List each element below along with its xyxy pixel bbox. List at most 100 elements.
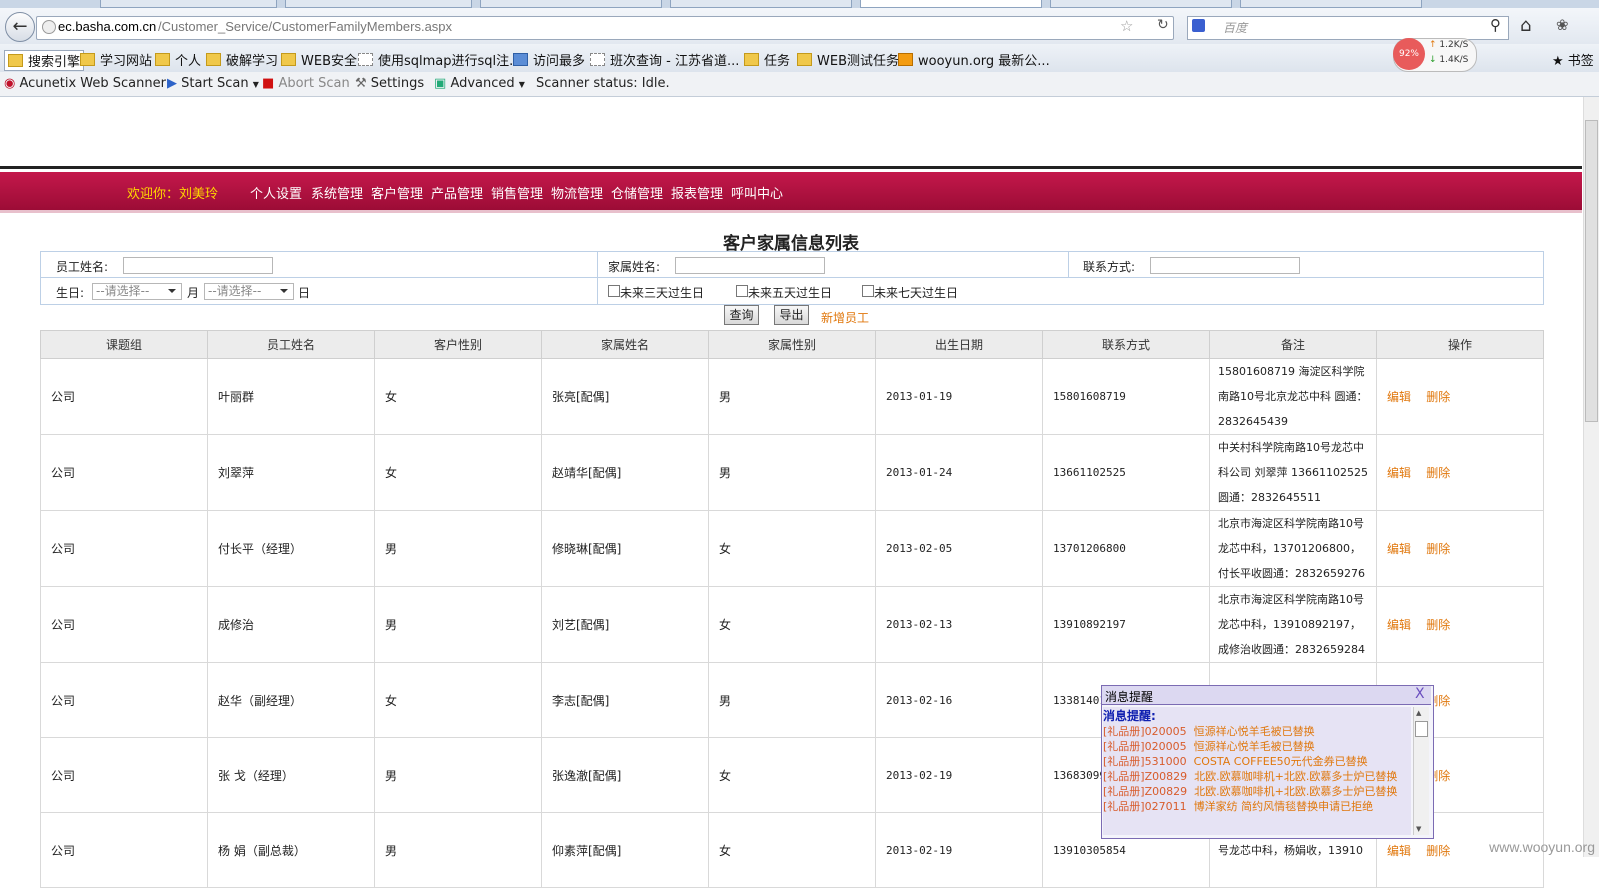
bookmark-link[interactable]: 班次查询 - 江苏省道... <box>590 50 739 69</box>
employee-name-input[interactable] <box>123 257 273 274</box>
table-row: 公司 叶丽群女张亮[配偶] 男 2013-01-19 15801608719 158016… <box>40 358 1544 435</box>
abort-scan-button[interactable]: ■ Abort Scan <box>262 76 350 91</box>
cell-contact: 13701206800 <box>1042 510 1210 587</box>
bookmark-folder[interactable]: 访问最多 <box>513 50 585 69</box>
scroll-up-icon[interactable]: ▲ <box>1416 709 1421 717</box>
menu-warehouse-admin[interactable]: 仓储管理 <box>611 183 663 202</box>
browser-tab[interactable] <box>480 0 662 8</box>
message-item[interactable]: [礼品册]020005 恒源祥心悦羊毛被已替换 <box>1103 739 1411 754</box>
column-header: 课题组 <box>40 330 208 359</box>
delete-link[interactable]: 删除 <box>1426 466 1450 480</box>
delete-link[interactable]: 删除 <box>1426 542 1450 556</box>
memory-usage: 92% <box>1393 38 1425 70</box>
download-rate: 1.4K/S <box>1439 55 1469 65</box>
table-row: 公司 付长平（经理）男修晓琳[配偶] 女 2013-02-05 13701206800 北… <box>40 510 1544 587</box>
message-text: 博洋家纺 简约风情毯替换申请已拒绝 <box>1193 800 1374 813</box>
export-button[interactable]: 导出 <box>774 305 809 325</box>
popup-body: 消息提醒: [礼品册]020005 恒源祥心悦羊毛被已替换 [礼品册]020005… <box>1103 707 1411 835</box>
browser-tab[interactable] <box>670 0 852 8</box>
delete-link[interactable]: 删除 <box>1426 844 1450 858</box>
browser-tab[interactable] <box>1240 0 1422 8</box>
acunetix-icon: ◉ <box>4 76 16 91</box>
message-item[interactable]: [礼品册]Z00829 北欧.欧慕咖啡机+北欧.欧慕多士炉已替换 <box>1103 769 1411 784</box>
query-button[interactable]: 查询 <box>724 305 759 325</box>
bookmark-folder[interactable]: 破解学习 <box>206 50 278 69</box>
menu-call-center[interactable]: 呼叫中心 <box>731 183 783 202</box>
cell-note: 北京市海淀区科学院南路10号龙芯中科，13910892197，成修治收圆通：28… <box>1209 586 1377 663</box>
url-host: ec.basha.com.cn <box>58 19 157 34</box>
day-select[interactable]: --请选择-- <box>204 283 294 300</box>
edit-link[interactable]: 编辑 <box>1387 618 1411 632</box>
table-row: 公司 成修治男刘艺[配偶] 女 2013-02-13 13910892197 北京市海淀区… <box>40 586 1544 663</box>
add-employee-link[interactable]: 新增员工 <box>821 309 869 326</box>
scroll-down-icon[interactable]: ▼ <box>1416 825 1421 833</box>
edit-link[interactable]: 编辑 <box>1387 844 1411 858</box>
cell-birth: 2013-02-19 <box>875 812 1043 888</box>
folder-icon <box>80 53 95 66</box>
cell-fgender: 男 <box>708 434 876 511</box>
browser-tab-active[interactable] <box>860 0 1042 8</box>
extension-icon[interactable]: ❀ <box>1556 16 1569 34</box>
settings-button[interactable]: ⚒ Settings <box>355 76 424 91</box>
delete-link[interactable]: 删除 <box>1426 390 1450 404</box>
menu-customer-admin[interactable]: 客户管理 <box>371 183 423 202</box>
cell-name: 杨 娟（副总裁） <box>207 812 375 888</box>
birthday-7days-checkbox[interactable] <box>862 285 874 297</box>
cell-gender: 男 <box>374 510 542 587</box>
popup-scrollbar[interactable]: ▲ ▼ <box>1413 707 1429 835</box>
close-icon[interactable]: X <box>1415 686 1425 702</box>
start-scan-button[interactable]: ▶ Start Scan ▼ <box>167 76 259 91</box>
home-icon[interactable]: ⌂ <box>1520 15 1531 36</box>
reload-icon[interactable]: ↻ <box>1157 17 1169 33</box>
message-item[interactable]: [礼品册]531000 COSTA COFFEE50元代金券已替换 <box>1103 754 1411 769</box>
edit-link[interactable]: 编辑 <box>1387 390 1411 404</box>
edit-link[interactable]: 编辑 <box>1387 466 1411 480</box>
browser-tab[interactable] <box>1050 0 1232 8</box>
dropdown-icon: ▼ <box>252 80 259 89</box>
bookmarks-menu[interactable]: ★ 书签 <box>1552 50 1594 69</box>
cell-gender: 女 <box>374 434 542 511</box>
message-text: 恒源祥心悦羊毛被已替换 <box>1193 725 1315 738</box>
browser-tab[interactable] <box>100 0 277 8</box>
menu-logistics-admin[interactable]: 物流管理 <box>551 183 603 202</box>
back-button[interactable]: ← <box>5 12 35 42</box>
menu-product-admin[interactable]: 产品管理 <box>431 183 483 202</box>
bookmark-folder[interactable]: WEB测试任务 <box>797 50 899 69</box>
folder-icon <box>744 53 759 66</box>
bookmark-folder[interactable]: WEB安全 <box>281 50 357 69</box>
bookmark-folder[interactable]: 个人 <box>155 50 201 69</box>
edit-link[interactable]: 编辑 <box>1387 542 1411 556</box>
bookmark-rss[interactable]: wooyun.org 最新公... <box>898 50 1050 69</box>
popup-scroll-thumb[interactable] <box>1415 721 1428 737</box>
cell-name: 张 戈（经理） <box>207 737 375 813</box>
message-item[interactable]: [礼品册]027011 博洋家纺 简约风情毯替换申请已拒绝 <box>1103 799 1411 814</box>
browser-tab[interactable] <box>285 0 472 8</box>
contact-input[interactable] <box>1150 257 1300 274</box>
message-tag: [礼品册]Z00829 <box>1103 770 1188 783</box>
family-name-input[interactable] <box>675 257 825 274</box>
month-select[interactable]: --请选择-- <box>92 283 182 300</box>
birthday-5days-checkbox[interactable] <box>736 285 748 297</box>
cell-fgender: 男 <box>708 662 876 738</box>
menu-report-admin[interactable]: 报表管理 <box>671 183 723 202</box>
bookmark-link[interactable]: 使用sqlmap进行sql注... <box>358 50 522 69</box>
menu-personal-settings[interactable]: 个人设置 <box>250 183 302 202</box>
advanced-button[interactable]: ▣ Advanced ▼ <box>434 76 525 91</box>
search-icon[interactable]: ⚲ <box>1490 16 1501 34</box>
acunetix-menu[interactable]: ◉ Acunetix Web Scanner <box>4 76 166 91</box>
birthday-3days-checkbox[interactable] <box>608 285 620 297</box>
delete-link[interactable]: 删除 <box>1426 618 1450 632</box>
baidu-engine-icon[interactable] <box>1192 19 1205 32</box>
message-item[interactable]: [礼品册]020005 恒源祥心悦羊毛被已替换 <box>1103 724 1411 739</box>
month-label: 月 <box>187 286 200 300</box>
message-item[interactable]: [礼品册]Z00829 北欧.欧慕咖啡机+北欧.欧慕多士炉已替换 <box>1103 784 1411 799</box>
menu-system-admin[interactable]: 系统管理 <box>311 183 363 202</box>
cell-gender: 女 <box>374 358 542 435</box>
bookmark-folder[interactable]: 任务 <box>744 50 790 69</box>
star-icon[interactable]: ☆ <box>1120 17 1133 35</box>
bookmark-folder[interactable]: 学习网站 <box>80 50 152 69</box>
scrollbar-thumb[interactable] <box>1585 120 1598 422</box>
bookmark-folder[interactable]: 搜索引擎 <box>4 50 85 71</box>
message-text: 北欧.欧慕咖啡机+北欧.欧慕多士炉已替换 <box>1194 785 1398 798</box>
menu-sales-admin[interactable]: 销售管理 <box>491 183 543 202</box>
